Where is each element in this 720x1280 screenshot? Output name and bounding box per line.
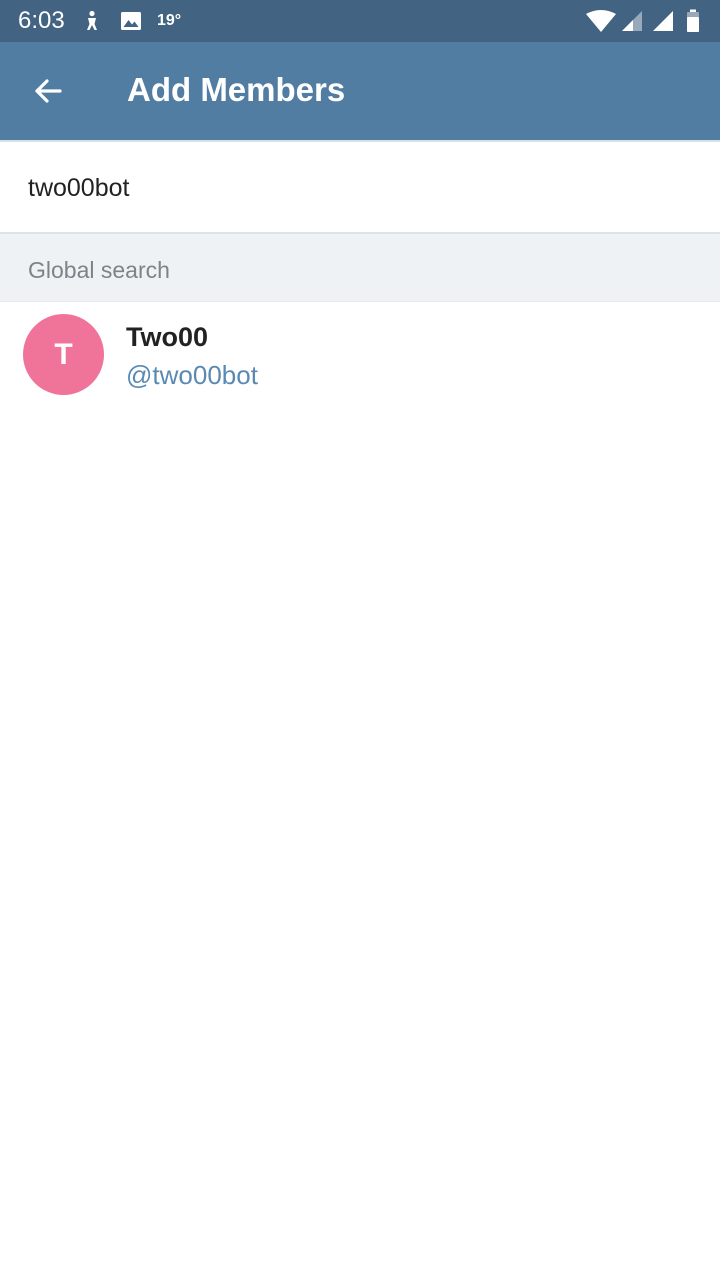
status-temperature: 19° [157,12,182,29]
add-members-screen: 6:03 19° Add Members two00bot Global sea… [0,0,720,1280]
search-area [0,140,720,232]
battery-icon [685,9,701,33]
app-bar: Add Members [0,42,720,140]
section-header-label: Global search [28,257,170,283]
cellular-signal-icon [620,9,644,33]
image-notification-icon [119,9,143,33]
arrow-back-icon [35,79,62,103]
person-notification-icon [80,9,104,33]
section-header: Global search [0,232,720,302]
back-button[interactable] [20,63,76,119]
result-username: @two00bot [126,360,258,390]
status-time: 6:03 [18,7,65,34]
result-name: Two00 [126,322,209,352]
wifi-icon [585,9,617,33]
cellular-signal-icon [651,9,675,33]
search-input[interactable] [28,168,688,208]
avatar: T [23,314,104,395]
list-item[interactable]: T Two00 @two00bot [0,302,720,408]
status-bar: 6:03 19° [0,0,720,42]
page-title: Add Members [127,71,346,108]
